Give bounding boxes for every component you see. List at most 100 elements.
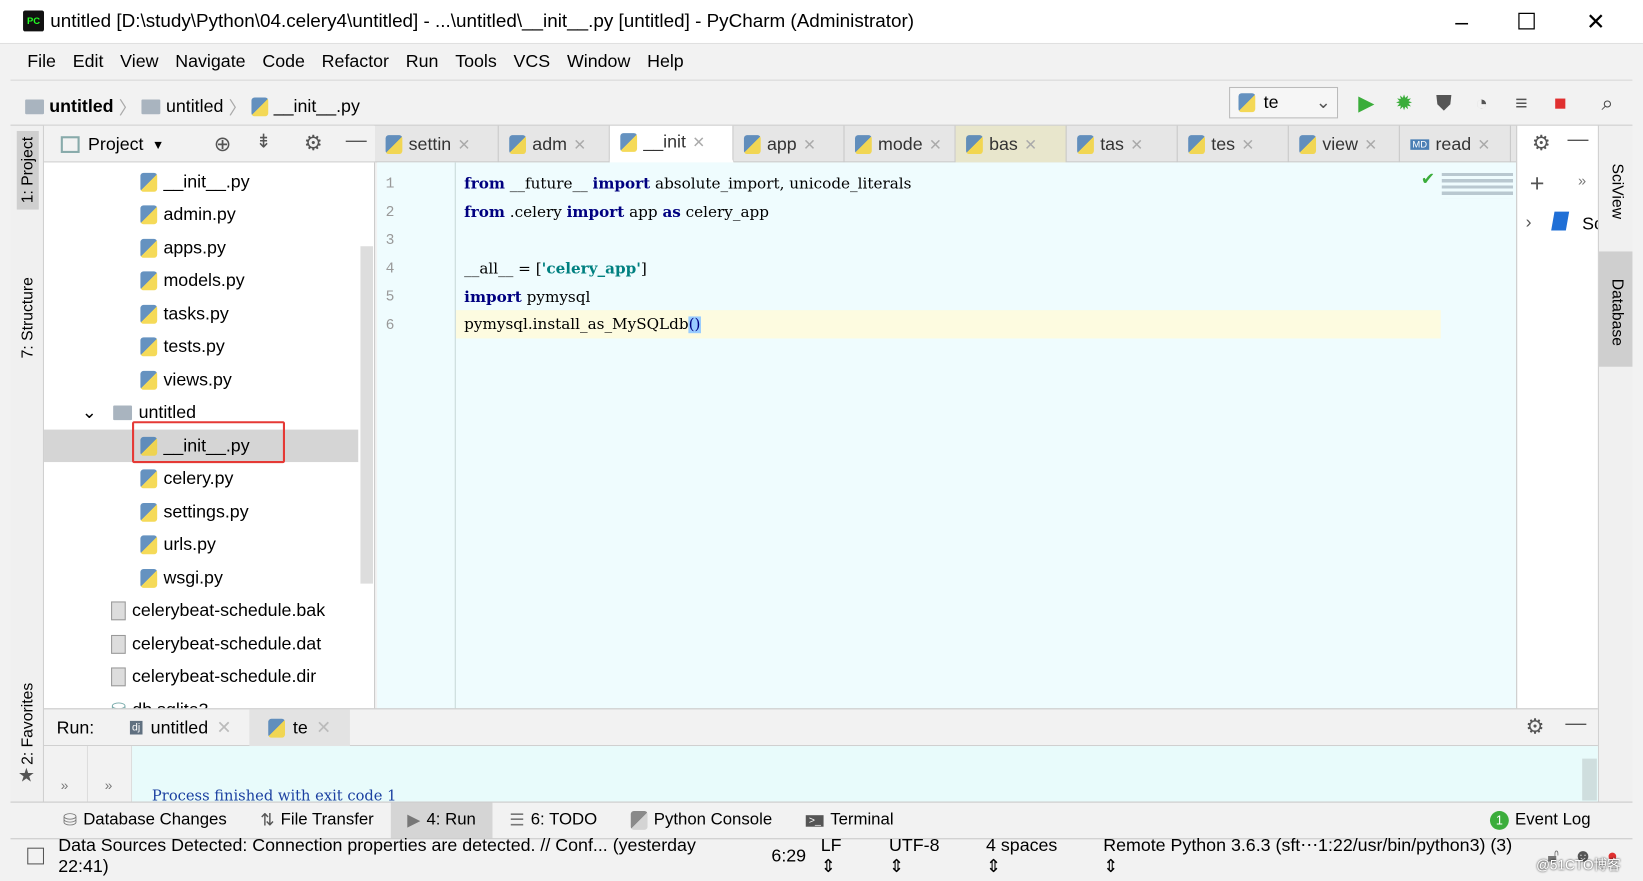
tool-structure[interactable]: 7: Structure [19,277,37,358]
search-icon[interactable]: ⌕ [1595,91,1620,116]
collapse-all-icon[interactable]: ⇟ [256,131,272,153]
more-icon[interactable]: » [1578,172,1586,189]
interpreter[interactable]: Remote Python 3.6.3 (sft⋯1:22/usr/bin/py… [1103,835,1532,877]
debug-icon[interactable]: ✹ [1391,91,1416,116]
indent[interactable]: 4 spaces ⇕ [986,835,1089,877]
gear-icon[interactable]: ⚙ [304,130,323,156]
tree-file[interactable]: admin.py [44,199,358,231]
concurrency-icon[interactable]: ≡ [1509,91,1534,116]
profile-icon[interactable]: ◔ [1469,91,1494,116]
project-view-select[interactable]: Project [88,134,143,155]
menu-item-run[interactable]: Run [397,51,446,72]
close-icon[interactable]: ✕ [1364,135,1377,154]
tree-file[interactable]: tests.py [44,331,358,363]
hide-icon[interactable]: — [1565,711,1586,735]
menu-item-code[interactable]: Code [254,51,313,72]
tree-file[interactable]: views.py [44,364,358,396]
editor-tab[interactable]: view ✕ [1289,125,1400,163]
editor-tab[interactable]: MD read ✕ [1400,125,1511,163]
tree-file[interactable]: settings.py [44,496,358,528]
tree-file[interactable]: urls.py [44,529,358,561]
toggle-tool-windows-icon[interactable] [27,847,44,864]
tool-todo[interactable]: ☰ 6: TODO [493,802,614,839]
tree-scrollbar[interactable] [360,246,374,584]
tree-file[interactable]: celerybeat-schedule.bak [44,595,358,627]
code-editor[interactable]: 1 2 3 4 5 6 from __future__ import absolute_i… [377,162,1517,709]
menu-item-refactor[interactable]: Refactor [313,51,397,72]
chevron-down-icon[interactable]: ⌄ [82,402,97,423]
menu-item-help[interactable]: Help [639,51,692,72]
event-log-button[interactable]: 1 Event Log [1473,802,1632,839]
tree-file[interactable]: models.py [44,265,358,297]
tool-database[interactable]: Database [1608,279,1626,346]
editor-tab[interactable]: adm ✕ [499,125,610,163]
close-icon[interactable]: ✕ [1241,135,1254,154]
coverage-icon[interactable]: ⛊ [1431,91,1456,116]
locate-icon[interactable]: ⊕ [214,131,232,157]
caret-position[interactable]: 6:29 [771,845,806,866]
add-icon[interactable]: + [1530,170,1545,199]
close-icon[interactable]: ✕ [573,135,586,154]
tree-file[interactable]: celerybeat-schedule.dir [44,661,358,693]
hide-icon[interactable]: — [346,129,367,153]
tool-sciview[interactable]: SciView [1608,163,1626,219]
close-icon[interactable]: ✕ [803,135,816,154]
editor-tab[interactable]: __init ✕ [609,125,734,163]
status-message[interactable]: Data Sources Detected: Connection proper… [58,835,729,877]
run-tab-te[interactable]: te ✕ [249,709,350,747]
menu-item-navigate[interactable]: Navigate [167,51,254,72]
tool-run[interactable]: ▶ 4: Run [390,802,493,839]
hide-icon[interactable]: — [1568,128,1589,152]
tree-file[interactable]: celerybeat-schedule.dat [44,628,358,660]
editor-tab[interactable]: bas ✕ [955,125,1067,163]
tool-database-changes[interactable]: ⛁ Database Changes [10,802,243,839]
tool-python-console[interactable]: Python Console [614,802,789,839]
tree-file[interactable]: __init__.py [44,166,358,198]
menu-item-view[interactable]: View [112,51,167,72]
close-icon[interactable]: ✕ [458,135,471,154]
tool-favorites[interactable]: 2: Favorites [19,683,37,765]
expand-arrow-icon[interactable]: › [1526,212,1532,233]
menu-item-vcs[interactable]: VCS [505,51,558,72]
tree-file[interactable]: tasks.py [44,298,358,330]
menu-item-window[interactable]: Window [559,51,639,72]
more-icon[interactable]: » [44,746,89,802]
gear-icon[interactable]: ⚙ [1526,714,1545,740]
maximize-button[interactable]: ☐ [1506,6,1548,37]
run-console[interactable]: » » Process finished with exit code 1 [44,746,1598,805]
editor-tab[interactable]: app ✕ [733,125,845,163]
menu-item-edit[interactable]: Edit [64,51,111,72]
tree-file[interactable]: apps.py [44,232,358,264]
minimize-button[interactable]: – [1441,6,1483,37]
close-button[interactable]: ✕ [1575,6,1617,37]
gear-icon[interactable]: ⚙ [1532,130,1551,156]
close-icon[interactable]: ✕ [316,717,331,738]
close-icon[interactable]: ✕ [217,717,232,738]
close-icon[interactable]: ✕ [1130,135,1143,154]
console-scrollbar[interactable] [1582,758,1597,801]
editor-tab[interactable]: tas ✕ [1067,125,1178,163]
close-icon[interactable]: ✕ [1477,135,1490,154]
close-icon[interactable]: ✕ [1024,135,1037,154]
close-icon[interactable]: ✕ [929,135,942,154]
editor-tab[interactable]: mode ✕ [845,125,956,163]
stop-icon[interactable]: ■ [1548,91,1573,116]
line-separator[interactable]: LF ⇕ [821,835,875,877]
tool-terminal[interactable]: >_ Terminal [789,802,910,839]
menu-item-tools[interactable]: Tools [447,51,505,72]
tree-file[interactable]: wsgi.py [44,562,358,594]
breadcrumb-item[interactable]: untitled [49,96,113,117]
editor-tab[interactable]: tes ✕ [1178,125,1289,163]
tool-file-transfer[interactable]: ⇅ File Transfer [243,802,390,839]
run-tab-untitled[interactable]: dj untitled ✕ [124,709,238,746]
breadcrumb-item[interactable]: __init__.py [274,96,360,117]
tool-project[interactable]: 1: Project [16,130,39,210]
tree-file[interactable]: ⛁ db.sqlite3 [44,694,358,708]
breadcrumb-item[interactable]: untitled [166,96,223,117]
close-icon[interactable]: ✕ [692,133,705,152]
more-icon[interactable]: » [88,746,133,802]
run-icon[interactable]: ▶ [1354,91,1379,116]
run-config-select[interactable]: te ⌄ [1229,86,1339,119]
editor-tab[interactable]: settin ✕ [375,125,499,163]
encoding[interactable]: UTF-8 ⇕ [889,835,971,877]
